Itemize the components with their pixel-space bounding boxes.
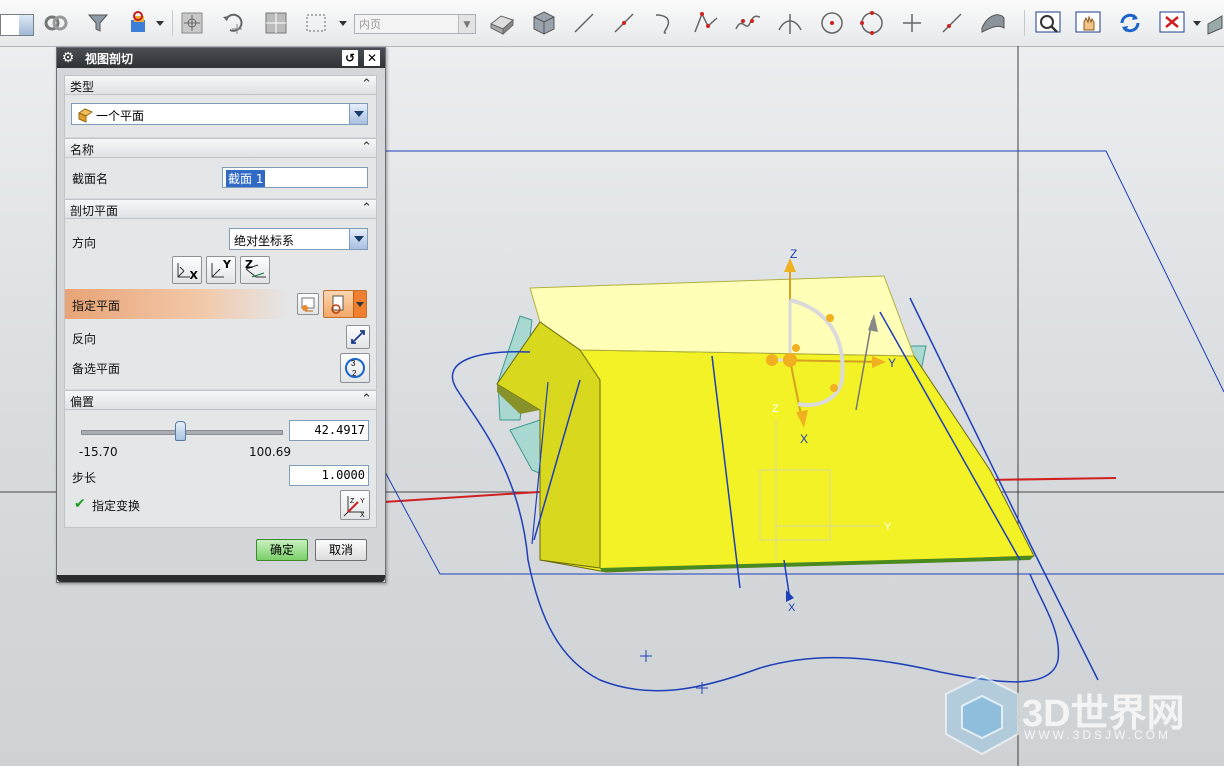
reverse-label: 反向: [72, 332, 97, 346]
axis-label-z2: Z: [772, 403, 779, 415]
watermark-url: WWW.3DSJW.COM: [1024, 728, 1171, 742]
section-name-label: 截面名: [72, 172, 109, 186]
chain-icon[interactable]: [42, 9, 70, 37]
svg-text:2: 2: [352, 369, 357, 378]
section-label: 类型: [70, 80, 95, 94]
direction-label: 方向: [72, 236, 97, 250]
offset-max-label: 100.69: [249, 445, 291, 459]
type-panel: 一个平面: [64, 95, 377, 137]
section-name-field[interactable]: 截面 1: [222, 167, 368, 188]
plane-panel: 方向 绝对坐标系 X Y Z 指定平面 反向 备选平面 3 2: [64, 219, 377, 389]
polyline-icon[interactable]: [692, 9, 720, 37]
plane-section-header[interactable]: 剖切平面 ⌃: [64, 199, 377, 219]
fit-icon[interactable]: [1158, 9, 1186, 37]
surface-icon[interactable]: [978, 9, 1006, 37]
plane-dialog-button[interactable]: [297, 293, 319, 315]
reset-button[interactable]: ↺: [342, 50, 358, 66]
reverse-direction-button[interactable]: [346, 325, 370, 349]
spline-icon[interactable]: [734, 9, 762, 37]
svg-text:Y: Y: [360, 498, 365, 505]
collapse-icon[interactable]: ⌃: [361, 140, 372, 155]
snap-grid-icon[interactable]: [178, 9, 206, 37]
gear-icon[interactable]: ⚙: [60, 50, 76, 66]
chevron-down-icon[interactable]: [349, 229, 367, 249]
alternate-plane-button[interactable]: 32: [340, 353, 370, 383]
axis-x-button[interactable]: X: [172, 256, 202, 284]
svg-text:3: 3: [351, 359, 356, 368]
step-value-field[interactable]: 1.0000: [289, 465, 369, 486]
rotate-snap-icon[interactable]: [219, 9, 247, 37]
view-combo[interactable]: 内页 ▼: [354, 14, 476, 34]
close-button[interactable]: ✕: [364, 50, 380, 66]
main-toolbar: 内页 ▼: [0, 0, 1224, 47]
selection-filter-dropdown[interactable]: [0, 14, 34, 36]
specify-transform-label: 指定变换: [92, 499, 141, 513]
ok-button[interactable]: 确定: [256, 539, 308, 561]
collapse-icon[interactable]: ⌃: [361, 77, 372, 92]
chevron-down-icon[interactable]: [1190, 9, 1204, 37]
axis-label-y: Y: [888, 356, 896, 370]
offset-value-field[interactable]: 42.4917: [289, 420, 369, 441]
name-panel: 截面名 截面 1: [64, 158, 377, 198]
collapse-icon[interactable]: ⌃: [361, 201, 372, 216]
chevron-down-icon[interactable]: [349, 104, 367, 124]
point-icon[interactable]: [898, 9, 926, 37]
csys-icon[interactable]: [124, 9, 152, 37]
plane-inferred-button[interactable]: [323, 290, 367, 318]
chevron-down-icon[interactable]: [153, 9, 167, 37]
cancel-button[interactable]: 取消: [315, 539, 367, 561]
watermark: 3D世界网 WWW.3DSJW.COM: [940, 672, 1210, 762]
filter-icon[interactable]: [84, 9, 112, 37]
chevron-down-icon[interactable]: [336, 9, 350, 37]
specify-plane-row[interactable]: 指定平面: [65, 289, 289, 319]
view-box-icon[interactable]: [488, 9, 516, 37]
pan-icon[interactable]: [1074, 9, 1102, 37]
dialog-footer-bar: [57, 575, 385, 582]
axis-label-y2: Y: [884, 521, 892, 533]
circle-icon[interactable]: [818, 9, 846, 37]
diag-line-icon[interactable]: [938, 9, 966, 37]
intersect-icon[interactable]: [776, 9, 804, 37]
circle2-icon[interactable]: [858, 9, 886, 37]
line2-icon[interactable]: [610, 9, 638, 37]
svg-text:X: X: [360, 512, 365, 518]
render-style-icon[interactable]: [1206, 9, 1224, 37]
dialog-titlebar: ⚙ 视图剖切 ↺ ✕: [57, 48, 385, 68]
zoom-window-icon[interactable]: [1034, 9, 1062, 37]
part-body-top: [529, 275, 915, 357]
check-icon: ✔: [74, 496, 86, 512]
axis-label-x2: X: [788, 602, 796, 614]
snap-box-icon[interactable]: [262, 9, 290, 37]
watermark-cube-icon: [945, 674, 1019, 756]
axis-label-x: X: [800, 432, 808, 446]
direction-dropdown[interactable]: 绝对坐标系: [229, 228, 368, 250]
offset-panel: 42.4917 -15.70 100.69 步长 1.0000 ✔ 指定变换 Z…: [64, 410, 377, 528]
type-section-header[interactable]: 类型 ⌃: [64, 75, 377, 95]
axis-label-z: Z: [790, 247, 797, 261]
offset-section-header[interactable]: 偏置 ⌃: [64, 390, 377, 410]
collapse-icon[interactable]: ⌃: [361, 392, 372, 407]
axis-y-button[interactable]: Y: [206, 256, 236, 284]
arc-icon[interactable]: [650, 9, 678, 37]
plane-type-icon: [77, 108, 93, 123]
type-dropdown[interactable]: 一个平面: [71, 103, 368, 125]
name-section-header[interactable]: 名称 ⌃: [64, 138, 377, 158]
step-label: 步长: [72, 471, 97, 485]
offset-min-label: -15.70: [79, 445, 118, 459]
dialog-title: 视图剖切: [85, 52, 134, 66]
axis-z-button[interactable]: Z: [240, 256, 270, 284]
chevron-down-icon[interactable]: [353, 291, 366, 317]
view-section-dialog: ⚙ 视图剖切 ↺ ✕ 类型 ⌃ 一个平面 名称 ⌃ 截面名 截面 1 剖切平面 …: [56, 47, 386, 583]
csys-transform-button[interactable]: ZY X: [340, 490, 370, 520]
selection-box-icon[interactable]: [302, 9, 330, 37]
alternate-plane-label: 备选平面: [72, 362, 121, 376]
offset-slider-thumb[interactable]: [175, 421, 187, 441]
svg-text:Z: Z: [350, 498, 355, 505]
refresh-icon[interactable]: [1116, 9, 1144, 37]
line-icon[interactable]: [570, 9, 598, 37]
solid-icon[interactable]: [530, 9, 558, 37]
